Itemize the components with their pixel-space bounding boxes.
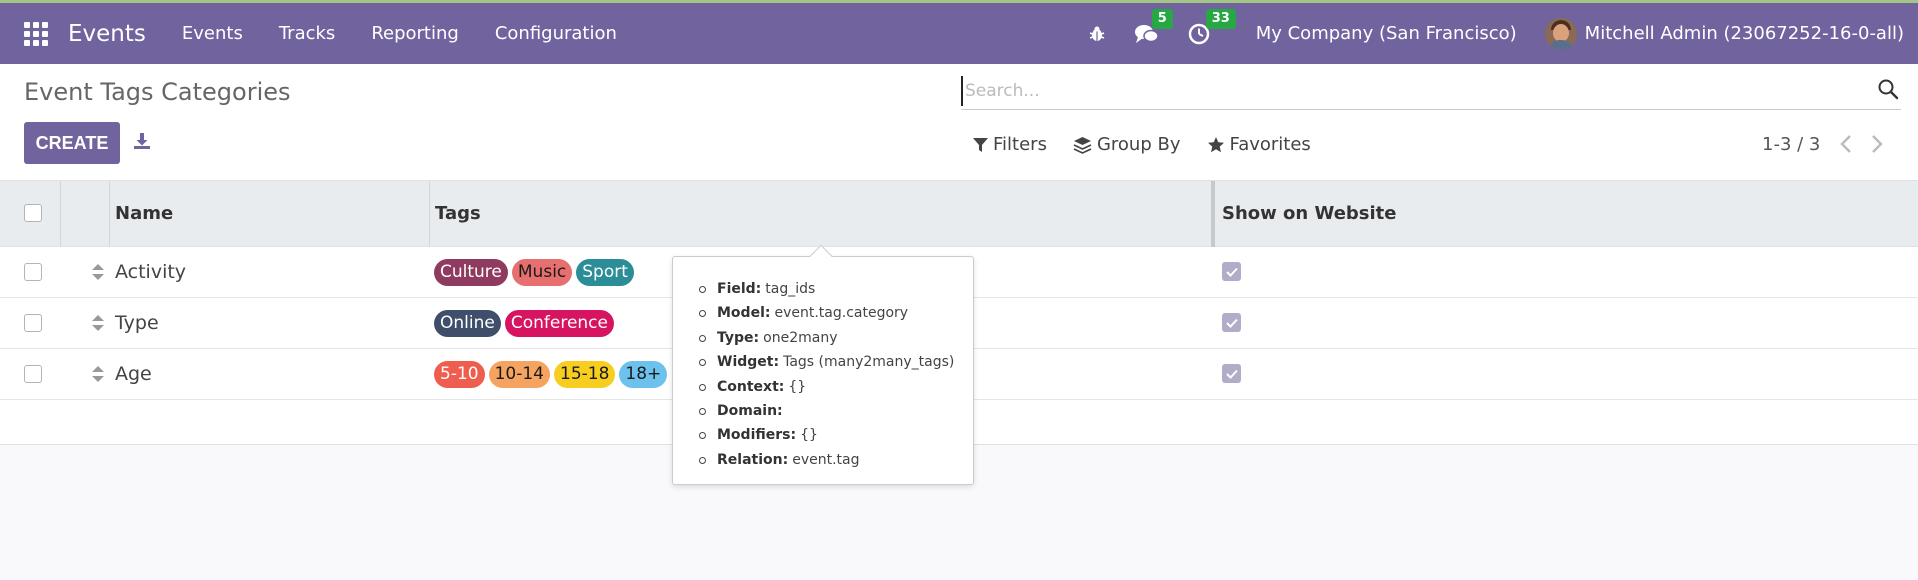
row-drag-handle-icon[interactable] xyxy=(91,263,105,285)
layers-icon xyxy=(1073,136,1092,154)
row-checkbox[interactable] xyxy=(24,365,42,383)
activities-count-badge: 33 xyxy=(1205,8,1236,29)
pager-value[interactable]: 1-3 / 3 xyxy=(1762,134,1820,155)
search-input[interactable] xyxy=(961,76,1841,106)
menu-item-events[interactable]: Events xyxy=(164,23,261,44)
column-resize-handle[interactable] xyxy=(1211,181,1215,247)
tooltip-item: Field: tag_ids xyxy=(699,277,973,301)
favorites-dropdown[interactable]: Favorites xyxy=(1207,134,1311,155)
tooltip-item: Type: one2many xyxy=(699,326,973,350)
messages-icon[interactable]: 5 xyxy=(1134,8,1173,45)
row-checkbox[interactable] xyxy=(24,263,42,281)
debug-bug-icon[interactable] xyxy=(1088,25,1106,43)
page-title: Event Tags Categories xyxy=(24,78,291,106)
tag-badge: Sport xyxy=(576,259,634,286)
pager-previous-icon[interactable] xyxy=(1839,134,1853,158)
show-on-website-checkbox[interactable] xyxy=(1222,262,1241,281)
tooltip-list: Field: tag_ids Model: event.tag.category T… xyxy=(673,257,973,472)
user-menu[interactable]: Mitchell Admin (23067252-16-0-all) xyxy=(1544,17,1904,50)
select-all-checkbox[interactable] xyxy=(24,204,42,222)
activities-clock-icon[interactable]: 33 xyxy=(1188,8,1236,45)
tag-badge: Conference xyxy=(504,310,614,337)
column-header-name[interactable]: Name xyxy=(115,203,173,224)
column-header-show-on-website[interactable]: Show on Website xyxy=(1222,203,1397,224)
row-tags: Culture Music Sport xyxy=(434,259,638,286)
show-on-website-checkbox[interactable] xyxy=(1222,364,1241,383)
main-menu: Events Tracks Reporting Configuration xyxy=(164,23,635,44)
tooltip-item: Context:{} xyxy=(699,375,973,399)
tag-badge: Music xyxy=(511,259,573,286)
apps-menu-icon[interactable] xyxy=(24,21,48,46)
group-by-dropdown[interactable]: Group By xyxy=(1073,134,1181,155)
company-switcher[interactable]: My Company (San Francisco) xyxy=(1256,23,1517,44)
tag-badge: Culture xyxy=(434,259,508,286)
tag-badge: Online xyxy=(434,310,501,337)
field-debug-tooltip: Field: tag_ids Model: event.tag.category T… xyxy=(672,244,974,485)
row-tags: Online Conference xyxy=(434,310,618,337)
search-bar xyxy=(961,74,1901,110)
tooltip-item: Domain: xyxy=(699,399,973,423)
menu-item-configuration[interactable]: Configuration xyxy=(477,23,635,44)
filters-dropdown[interactable]: Filters xyxy=(973,134,1047,155)
row-name: Type xyxy=(115,312,159,334)
row-name: Activity xyxy=(115,261,187,283)
filters-label: Filters xyxy=(993,134,1047,155)
group-by-label: Group By xyxy=(1096,134,1181,155)
star-icon xyxy=(1207,136,1224,152)
filter-icon xyxy=(973,137,988,152)
tooltip-item: Widget: Tags (many2many_tags) xyxy=(699,350,973,374)
create-button[interactable]: CREATE xyxy=(24,122,120,164)
export-download-icon[interactable] xyxy=(133,132,151,154)
row-checkbox[interactable] xyxy=(24,314,42,332)
messages-count-badge: 5 xyxy=(1151,8,1173,29)
tooltip-item: Model: event.tag.category xyxy=(699,301,973,325)
column-header-tags[interactable]: Tags xyxy=(435,203,481,224)
row-tags: 5-10 10-14 15-18 18+ xyxy=(434,361,671,388)
tag-badge: 18+ xyxy=(619,361,668,388)
table-header: Name Tags Show on Website xyxy=(0,180,1918,247)
row-name: Age xyxy=(115,363,152,385)
favorites-label: Favorites xyxy=(1229,134,1311,155)
control-panel: Event Tags Categories CREATE Filters xyxy=(0,64,1918,180)
tag-badge: 10-14 xyxy=(488,361,550,388)
search-icon[interactable] xyxy=(1877,78,1899,104)
user-avatar xyxy=(1544,17,1577,50)
pager-next-icon[interactable] xyxy=(1870,134,1884,158)
show-on-website-checkbox[interactable] xyxy=(1222,313,1241,332)
menu-item-tracks[interactable]: Tracks xyxy=(261,23,353,44)
top-navbar: Events Events Tracks Reporting Configura… xyxy=(0,0,1918,64)
menu-item-reporting[interactable]: Reporting xyxy=(353,23,477,44)
tooltip-item: Relation: event.tag xyxy=(699,448,973,472)
systray: 5 33 My Company (San Francisco) Mitchell… xyxy=(1074,3,1918,64)
row-drag-handle-icon[interactable] xyxy=(91,314,105,336)
search-options: Filters Group By Favorites xyxy=(973,134,1337,155)
user-name: Mitchell Admin (23067252-16-0-all) xyxy=(1584,23,1904,44)
row-drag-handle-icon[interactable] xyxy=(91,365,105,387)
app-brand[interactable]: Events xyxy=(68,21,146,47)
tag-badge: 15-18 xyxy=(554,361,616,388)
tag-badge: 5-10 xyxy=(434,361,485,388)
tooltip-item: Modifiers:{} xyxy=(699,423,973,447)
